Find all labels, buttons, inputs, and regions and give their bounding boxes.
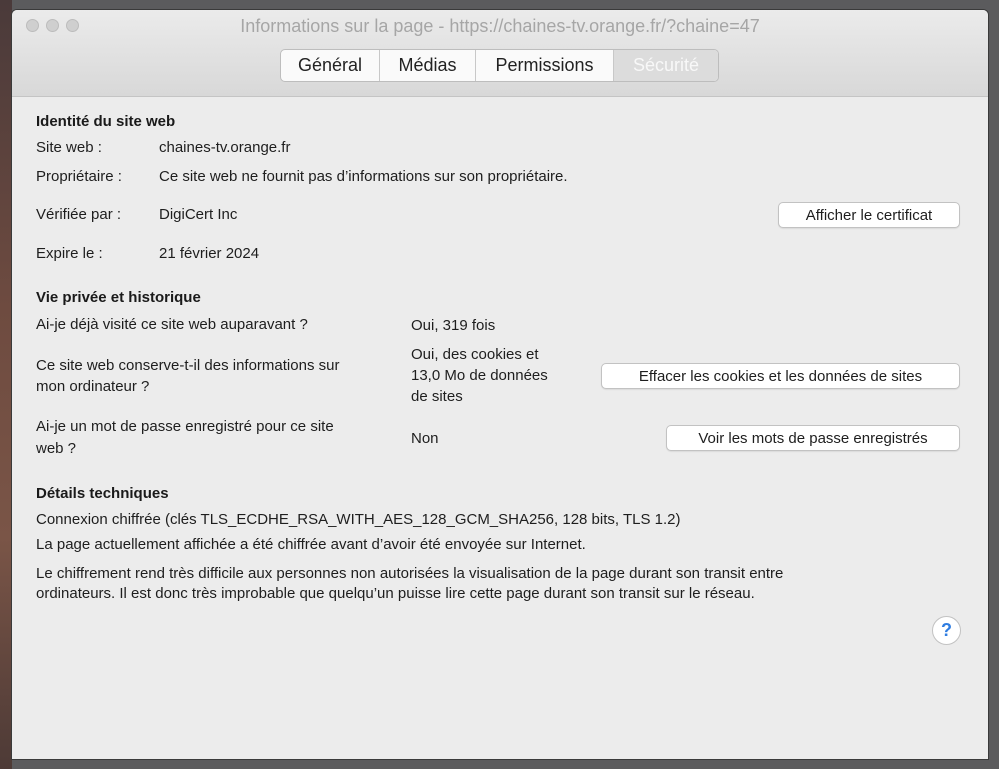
expires-value: 21 février 2024 [159, 245, 260, 262]
owner-value: Ce site web ne fournit pas d’information… [159, 168, 568, 185]
storage-question-line-1: Ce site web conserve-t-il des informatio… [36, 357, 340, 374]
tab-general[interactable]: Général [281, 50, 380, 81]
help-button[interactable]: ? [932, 616, 961, 645]
password-answer: Non [411, 430, 439, 447]
tab-security[interactable]: Sécurité [614, 50, 718, 81]
tab-media[interactable]: Médias [380, 50, 476, 81]
password-question-line-1: Ai-je un mot de passe enregistré pour ce… [36, 418, 334, 435]
site-value: chaines-tv.orange.fr [159, 139, 291, 156]
window-title: Informations sur la page - https://chain… [240, 16, 760, 36]
connection-details: Connexion chiffrée (clés TLS_ECDHE_RSA_W… [36, 511, 681, 528]
storage-answer-line-3: de sites [411, 388, 463, 405]
storage-answer-line-1: Oui, des cookies et [411, 346, 539, 363]
page-info-window: Informations sur la page - https://chain… [12, 10, 988, 759]
verified-label: Vérifiée par : [36, 206, 122, 223]
owner-label: Propriétaire : [36, 168, 122, 185]
identity-heading: Identité du site web [36, 113, 176, 130]
view-saved-passwords-button[interactable]: Voir les mots de passe enregistrés [666, 425, 960, 451]
visited-question: Ai-je déjà visité ce site web auparavant… [36, 316, 308, 333]
site-label: Site web : [36, 139, 102, 156]
title-bar: Informations sur la page - https://chain… [12, 10, 988, 97]
tab-bar: Général Médias Permissions Sécurité [280, 49, 719, 82]
storage-question-line-2: mon ordinateur ? [36, 378, 150, 395]
tab-permissions[interactable]: Permissions [476, 50, 614, 81]
show-certificate-button[interactable]: Afficher le certificat [778, 202, 960, 228]
desktop-background [0, 0, 12, 769]
verified-value: DigiCert Inc [159, 206, 238, 223]
visited-answer: Oui, 319 fois [411, 317, 496, 334]
password-question-line-2: web ? [36, 440, 77, 457]
expires-label: Expire le : [36, 245, 103, 262]
privacy-heading: Vie privée et historique [36, 289, 201, 306]
clear-cookies-button[interactable]: Effacer les cookies et les données de si… [601, 363, 960, 389]
explanation-line-1: Le chiffrement rend très difficile aux p… [36, 565, 784, 582]
storage-answer-line-2: 13,0 Mo de données [411, 367, 548, 384]
technical-heading: Détails techniques [36, 485, 169, 502]
explanation-line-2: ordinateurs. Il est donc très improbable… [36, 585, 755, 602]
encrypted-note: La page actuellement affichée a été chif… [36, 536, 586, 553]
